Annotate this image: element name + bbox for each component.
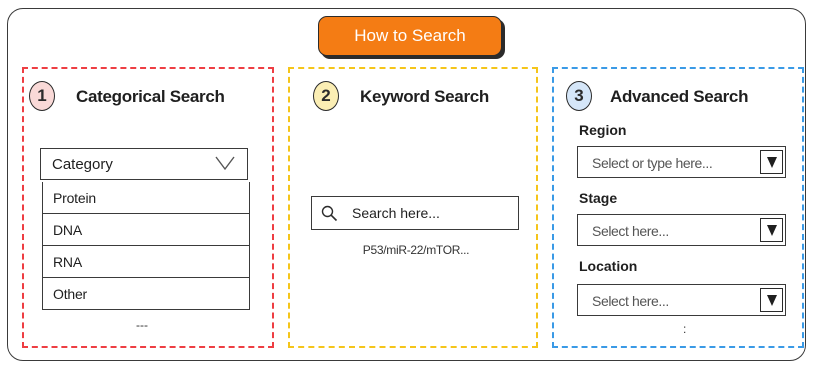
category-option-protein[interactable]: Protein [43, 182, 249, 214]
region-select[interactable]: Select or type here... [577, 146, 786, 178]
stage-label: Stage [579, 190, 618, 206]
keyword-search-placeholder: Search here... [352, 205, 440, 221]
stage-select-placeholder: Select here... [592, 223, 669, 239]
chevron-down-icon [215, 156, 235, 171]
advanced-more-indicator: : [683, 322, 687, 336]
step-number-1: 1 [29, 81, 55, 111]
categorical-more-indicator: --- [136, 318, 148, 332]
categorical-search-title: Categorical Search [76, 87, 225, 106]
category-dropdown[interactable]: Category [40, 148, 248, 180]
step-number-2: 2 [313, 81, 339, 111]
dropdown-arrow-icon[interactable] [760, 150, 783, 174]
dropdown-arrow-icon[interactable] [760, 288, 783, 312]
category-option-dna[interactable]: DNA [43, 214, 249, 246]
advanced-search-title: Advanced Search [610, 87, 749, 106]
dropdown-arrow-icon[interactable] [760, 218, 783, 242]
keyword-search-hint: P53/miR-22/mTOR... [362, 243, 470, 257]
search-icon [321, 205, 338, 221]
category-options-list: Protein DNA RNA Other [42, 182, 250, 310]
location-select[interactable]: Select here... [577, 284, 786, 316]
location-select-placeholder: Select here... [592, 293, 669, 309]
keyword-search-title: Keyword Search [360, 87, 490, 106]
step-number-3: 3 [566, 81, 592, 111]
category-dropdown-value: Category [52, 155, 113, 173]
stage-select[interactable]: Select here... [577, 214, 786, 246]
keyword-search-input[interactable]: Search here... [311, 196, 519, 230]
how-to-search-button[interactable]: How to Search [318, 16, 502, 56]
category-option-rna[interactable]: RNA [43, 246, 249, 278]
region-select-placeholder: Select or type here... [592, 155, 713, 171]
category-option-other[interactable]: Other [43, 278, 249, 310]
location-label: Location [579, 258, 638, 274]
region-label: Region [579, 122, 627, 138]
